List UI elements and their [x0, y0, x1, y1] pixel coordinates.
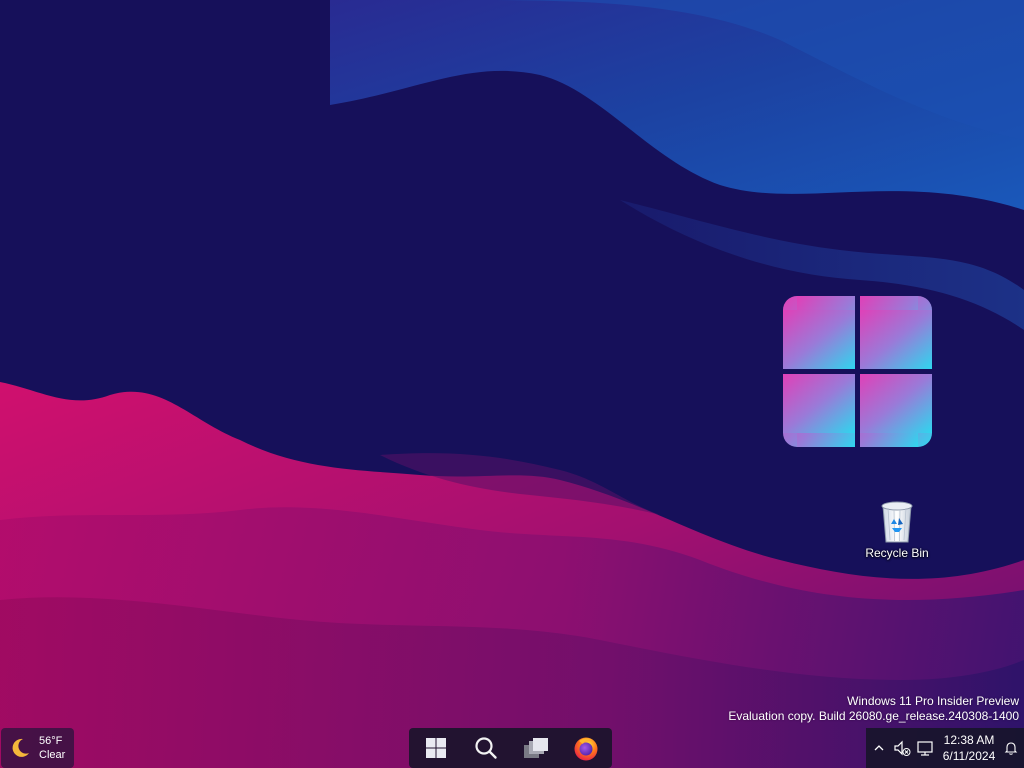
volume-button[interactable]	[892, 728, 912, 768]
firefox-button[interactable]	[566, 730, 606, 766]
taskbar-pinned-apps	[409, 728, 612, 768]
network-icon	[917, 741, 933, 756]
moon-icon	[12, 738, 29, 757]
task-view-icon	[524, 738, 548, 758]
chevron-up-icon	[874, 745, 884, 751]
desktop[interactable]: Recycle Bin Windows 11 Pro Insider Previ…	[0, 0, 1024, 768]
notification-bell-icon	[1004, 742, 1018, 755]
weather-condition: Clear	[39, 749, 66, 761]
watermark-edition: Windows 11 Pro Insider Preview	[847, 694, 1019, 708]
evaluation-watermark: Windows 11 Pro Insider Preview Evaluatio…	[728, 694, 1019, 724]
notification-button[interactable]	[1000, 728, 1022, 768]
system-tray: 12:38 AM 6/11/2024	[866, 728, 1024, 768]
show-hidden-icons-button[interactable]	[870, 728, 888, 768]
recycle-bin-desktop-icon[interactable]: Recycle Bin	[858, 498, 936, 574]
firefox-icon	[574, 737, 598, 761]
weather-temperature: 56°F	[39, 735, 63, 747]
search-button[interactable]	[466, 730, 506, 766]
weather-widget[interactable]: 56°F Clear	[1, 728, 74, 768]
windows-start-icon	[426, 738, 446, 758]
clock-time: 12:38 AM	[943, 733, 995, 747]
recycle-bin-label: Recycle Bin	[865, 546, 929, 560]
watermark-build: Evaluation copy. Build 26080.ge_release.…	[728, 709, 1019, 723]
clock-date: 6/11/2024	[942, 749, 996, 763]
start-button[interactable]	[416, 730, 456, 766]
windows-logo-icon	[783, 296, 932, 447]
taskbar: 56°F Clear 12:38 AM 6/11/2024	[0, 728, 1024, 768]
clock[interactable]: 12:38 AM 6/11/2024	[938, 732, 1000, 764]
recycle-bin-icon	[881, 501, 913, 543]
speaker-muted-icon	[894, 740, 911, 756]
search-icon	[475, 737, 497, 759]
task-view-button[interactable]	[516, 730, 556, 766]
network-button[interactable]	[914, 728, 936, 768]
